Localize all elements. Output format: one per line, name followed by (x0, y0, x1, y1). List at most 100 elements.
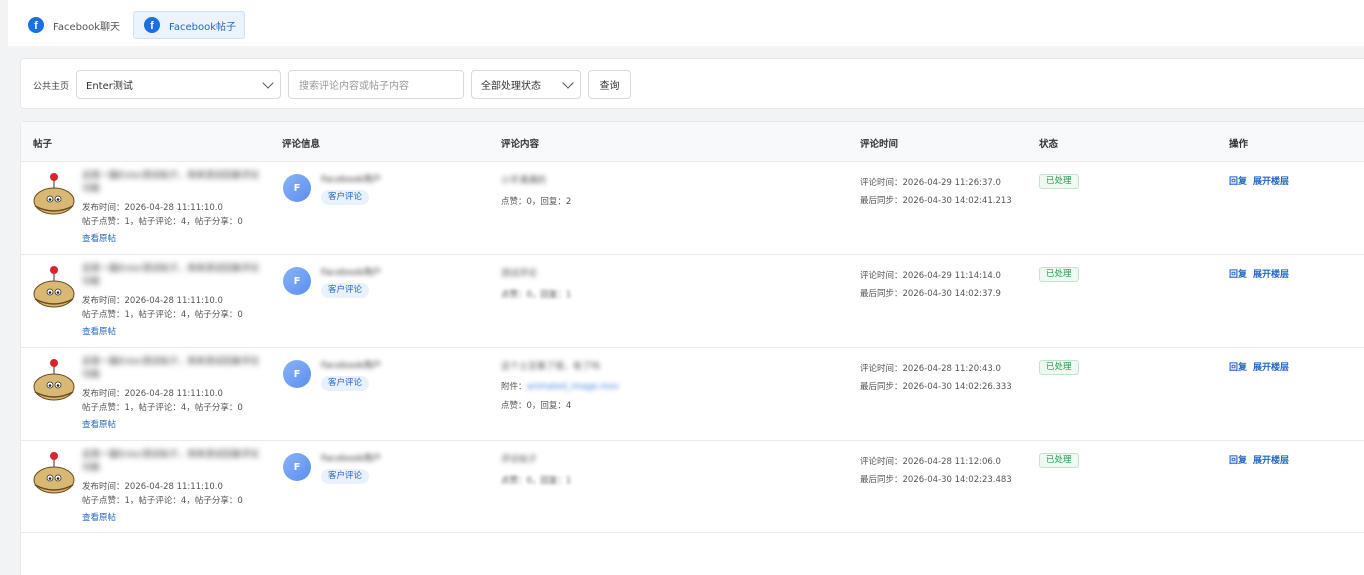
publish-time: 发布时间：2026-04-28 11:11:10.0 (82, 389, 223, 399)
comment-content: 评论帖子 (501, 455, 538, 465)
query-button[interactable]: 查询 (588, 70, 631, 99)
customer-comment-tag: 客户评论 (321, 376, 370, 391)
chevron-down-icon (562, 77, 574, 89)
attachment-link[interactable]: animated_image.mov (527, 382, 619, 392)
publish-time: 发布时间：2026-04-28 11:11:10.0 (82, 296, 223, 306)
post-thumbnail (33, 266, 75, 308)
comment-times: 评论时间：2026-04-29 11:26:37.0 最后同步：2026-04-… (860, 174, 1012, 210)
header-status: 状态 (1039, 139, 1059, 150)
user-name: Facebook用户 (321, 268, 382, 278)
view-original-link[interactable]: 查看原帖 (82, 511, 116, 523)
comment-time: 评论时间：2026-04-29 11:14:14.0 (860, 271, 1001, 281)
comment-time: 评论时间：2026-04-29 11:26:37.0 (860, 178, 1001, 188)
expand-floor-button[interactable]: 展开楼层 (1253, 363, 1289, 373)
row-actions: 回复 展开楼层 (1229, 174, 1295, 187)
avatar: F (283, 267, 311, 295)
post-title: 这是一篇Enter测试帖子，用来测试回复评论功能 (82, 264, 260, 287)
tab-label: Facebook聊天 (53, 21, 120, 33)
user-name: Facebook用户 (321, 175, 382, 185)
header-actions: 操作 (1229, 139, 1249, 150)
comment-times: 评论时间：2026-04-29 11:14:14.0 最后同步：2026-04-… (860, 267, 1001, 303)
user-name: Facebook用户 (321, 454, 382, 464)
tab-label: Facebook帖子 (169, 21, 236, 33)
status-select[interactable]: 全部处理状态 (471, 70, 581, 99)
comment-times: 评论时间：2026-04-28 11:12:06.0 最后同步：2026-04-… (860, 453, 1012, 489)
reply-button[interactable]: 回复 (1229, 177, 1247, 187)
comment-stats: 点赞：0，回复：2 (501, 197, 572, 207)
user-name: Facebook用户 (321, 361, 382, 371)
comment-content: 测试评论 (501, 269, 538, 279)
header-comment-time: 评论时间 (860, 139, 899, 150)
facebook-icon: f (144, 17, 160, 33)
view-original-link[interactable]: 查看原帖 (82, 325, 116, 337)
status-badge: 已处理 (1039, 360, 1079, 375)
filter-bar: 公共主页 Enter测试 搜索评论内容或帖子内容 全部处理状态 查询 (20, 58, 1364, 109)
table-row: 这是一篇Enter测试帖子，用来测试回复评论功能 发布时间：2026-04-28… (21, 162, 1364, 255)
tab-facebook-posts[interactable]: f Facebook帖子 (133, 11, 245, 39)
comment-time: 评论时间：2026-04-28 11:12:06.0 (860, 457, 1001, 467)
reply-button[interactable]: 回复 (1229, 363, 1247, 373)
post-title: 这是一篇Enter测试帖子，用来测试回复评论功能 (82, 357, 260, 380)
avatar: F (283, 174, 311, 202)
customer-comment-tag: 客户评论 (321, 469, 370, 484)
facebook-icon: f (28, 17, 44, 33)
view-original-link[interactable]: 查看原帖 (82, 418, 116, 430)
customer-comment-tag: 客户评论 (321, 190, 370, 205)
sync-time: 最后同步：2026-04-30 14:02:41.213 (860, 196, 1012, 206)
post-thumbnail (33, 452, 75, 494)
view-original-link[interactable]: 查看原帖 (82, 232, 116, 244)
header-post: 帖子 (33, 139, 53, 150)
post-title: 这是一篇Enter测试帖子，用来测试回复评论功能 (82, 450, 260, 473)
table-row: 这是一篇Enter测试帖子，用来测试回复评论功能 发布时间：2026-04-28… (21, 348, 1364, 441)
reply-button[interactable]: 回复 (1229, 456, 1247, 466)
expand-floor-button[interactable]: 展开楼层 (1253, 456, 1289, 466)
expand-floor-button[interactable]: 展开楼层 (1253, 270, 1289, 280)
sync-time: 最后同步：2026-04-30 14:02:23.483 (860, 475, 1012, 485)
avatar: F (283, 453, 311, 481)
expand-floor-button[interactable]: 展开楼层 (1253, 177, 1289, 187)
comment-stats: 点赞：0，回复：1 (501, 476, 572, 486)
post-stats: 帖子点赞：1，帖子评论：4，帖子分享：0 (82, 310, 243, 320)
publish-time: 发布时间：2026-04-28 11:11:10.0 (82, 203, 223, 213)
comment-stats: 点赞：0，回复：1 (501, 290, 572, 300)
row-actions: 回复 展开楼层 (1229, 267, 1295, 280)
table-header: 帖子 评论信息 评论内容 评论时间 状态 操作 (21, 122, 1364, 162)
page-filter-label: 公共主页 (33, 82, 70, 92)
post-stats: 帖子点赞：1，帖子评论：4，帖子分享：0 (82, 217, 243, 227)
status-badge: 已处理 (1039, 267, 1079, 282)
page-select-value: Enter测试 (86, 81, 133, 92)
comment-content: 小手满满的 (501, 176, 547, 186)
sync-time: 最后同步：2026-04-30 14:02:26.333 (860, 382, 1012, 392)
search-placeholder: 搜索评论内容或帖子内容 (299, 81, 409, 92)
post-thumbnail (33, 173, 75, 215)
tab-bar: f Facebook聊天 f Facebook帖子 (8, 0, 1364, 46)
post-thumbnail (33, 359, 75, 401)
post-title: 这是一篇Enter测试帖子，用来测试回复评论功能 (82, 171, 260, 194)
attachment-label: 附件： (501, 382, 527, 392)
attachment: 附件：animated_image.mov (501, 380, 619, 392)
header-comment-info: 评论信息 (282, 139, 321, 150)
comment-times: 评论时间：2026-04-28 11:20:43.0 最后同步：2026-04-… (860, 360, 1012, 396)
reply-button[interactable]: 回复 (1229, 270, 1247, 280)
avatar: F (283, 360, 311, 388)
query-button-label: 查询 (599, 81, 620, 92)
post-stats: 帖子点赞：1，帖子评论：4，帖子分享：0 (82, 403, 243, 413)
row-actions: 回复 展开楼层 (1229, 453, 1295, 466)
search-input[interactable]: 搜索评论内容或帖子内容 (288, 70, 464, 99)
comment-stats: 点赞：0，回复：4 (501, 401, 572, 411)
table-row: 这是一篇Enter测试帖子，用来测试回复评论功能 发布时间：2026-04-28… (21, 441, 1364, 533)
status-select-value: 全部处理状态 (481, 81, 541, 92)
post-stats: 帖子点赞：1，帖子评论：4，帖子分享：0 (82, 496, 243, 506)
chevron-down-icon (262, 77, 274, 89)
publish-time: 发布时间：2026-04-28 11:11:10.0 (82, 482, 223, 492)
tab-facebook-chat[interactable]: f Facebook聊天 (18, 11, 128, 39)
header-comment-content: 评论内容 (501, 139, 540, 150)
customer-comment-tag: 客户评论 (321, 283, 370, 298)
page-select[interactable]: Enter测试 (76, 70, 281, 99)
comment-content: 这个土豆看了很，有了吗 (501, 362, 601, 372)
table-row: 这是一篇Enter测试帖子，用来测试回复评论功能 发布时间：2026-04-28… (21, 255, 1364, 348)
comment-time: 评论时间：2026-04-28 11:20:43.0 (860, 364, 1001, 374)
status-badge: 已处理 (1039, 453, 1079, 468)
sync-time: 最后同步：2026-04-30 14:02:37.9 (860, 289, 1001, 299)
row-actions: 回复 展开楼层 (1229, 360, 1295, 373)
